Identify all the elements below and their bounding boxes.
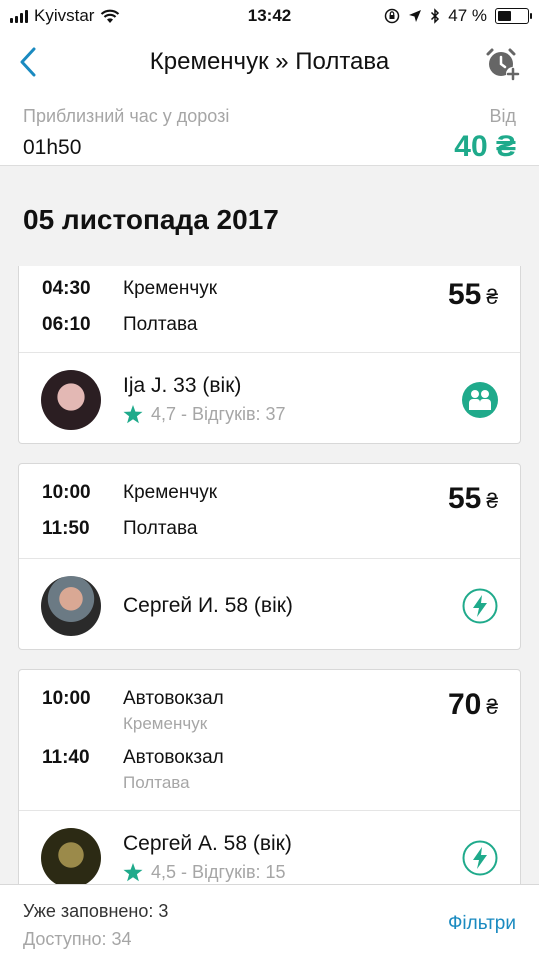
trip-price: 55 ₴	[448, 482, 498, 516]
trip-price: 70 ₴	[448, 688, 498, 722]
depart-time: 10:00	[42, 688, 91, 709]
depart-city: Кременчук	[123, 714, 208, 733]
lightning-icon	[462, 588, 498, 624]
arrive-place: Полтава	[123, 518, 198, 539]
location-icon	[409, 10, 422, 22]
depart-time: 10:00	[42, 482, 91, 503]
divider	[19, 810, 520, 811]
depart-place: Автовокзал	[123, 688, 224, 709]
alarm-add-icon	[486, 48, 520, 81]
driver-name: Сергей А. 58 (вік)	[123, 832, 292, 855]
lightning-icon	[462, 840, 498, 876]
rating-text: 4,7 - Відгуків: 37	[151, 404, 286, 424]
travel-time-label: Приблизний час у дорозі	[23, 106, 230, 126]
arrive-time: 11:50	[42, 518, 90, 539]
nav-bar: Кременчук » Полтава	[0, 34, 539, 92]
arrive-city: Полтава	[123, 773, 190, 792]
arrive-place: Автовокзал	[123, 747, 224, 768]
trip-card[interactable]: 10:00 Автовокзал Кременчук 11:40 Автовок…	[18, 669, 521, 909]
filters-button[interactable]: Фільтри	[448, 913, 516, 935]
travel-time-value: 01h50	[23, 136, 82, 159]
available-count: Доступно: 34	[23, 929, 132, 949]
battery-icon	[495, 8, 532, 24]
currency-sign: ₴	[486, 286, 498, 309]
page-title: Кременчук » Полтава	[149, 48, 390, 75]
footer-bar: Уже заповнено: 3 Доступно: 34 Фільтри	[0, 884, 539, 960]
trip-summary: Приблизний час у дорозі 01h50 Від 40 ₴	[0, 92, 539, 166]
driver-name: Ija J. 33 (вік)	[123, 374, 242, 397]
bluetooth-icon	[431, 8, 440, 24]
status-bar: Kyivstar 13:42 47 %	[0, 0, 539, 34]
star-icon	[123, 405, 143, 424]
currency-sign: ₴	[495, 130, 516, 163]
depart-time: 04:30	[42, 278, 91, 299]
trip-price-amount: 70	[447, 688, 482, 721]
depart-place: Кременчук	[123, 482, 218, 503]
avatar[interactable]	[41, 370, 101, 430]
trip-price-amount: 55	[447, 482, 482, 515]
battery-fill	[498, 11, 512, 21]
date-heading: 05 листопада 2017	[23, 204, 279, 235]
trip-price-amount: 55	[447, 278, 482, 311]
filled-count: Уже заповнено: 3	[23, 901, 169, 921]
star-icon	[123, 863, 143, 882]
driver-rating: 4,7 - Відгуків: 37	[123, 404, 286, 425]
trip-price: 55 ₴	[448, 278, 498, 312]
divider	[19, 558, 520, 559]
depart-place: Кременчук	[123, 278, 218, 299]
avatar[interactable]	[41, 576, 101, 636]
arrive-time: 11:40	[42, 747, 90, 768]
trip-card[interactable]: 04:30 Кременчук 06:10 Полтава 55 ₴ Ija J.…	[18, 266, 521, 444]
price-from-amount: 40	[454, 130, 488, 163]
arrive-place: Полтава	[123, 314, 198, 335]
add-alarm-button[interactable]	[485, 42, 521, 82]
driver-name: Сергей И. 58 (вік)	[123, 594, 293, 617]
battery-percent: 47 %	[448, 6, 487, 25]
divider	[19, 352, 520, 353]
trip-card[interactable]: 10:00 Кременчук 11:50 Полтава 55 ₴ Сергей…	[18, 463, 521, 650]
avatar[interactable]	[41, 828, 101, 888]
currency-sign: ₴	[486, 696, 498, 719]
group-icon	[462, 382, 498, 418]
price-from-value: 40 ₴	[454, 130, 516, 164]
orientation-lock-icon	[385, 8, 400, 24]
status-right: 47 %	[384, 6, 532, 26]
rating-text: 4,5 - Відгуків: 15	[151, 862, 286, 882]
currency-sign: ₴	[486, 490, 498, 513]
arrive-time: 06:10	[42, 314, 91, 335]
price-from-label: Від	[489, 106, 516, 126]
driver-rating: 4,5 - Відгуків: 15	[123, 862, 286, 883]
